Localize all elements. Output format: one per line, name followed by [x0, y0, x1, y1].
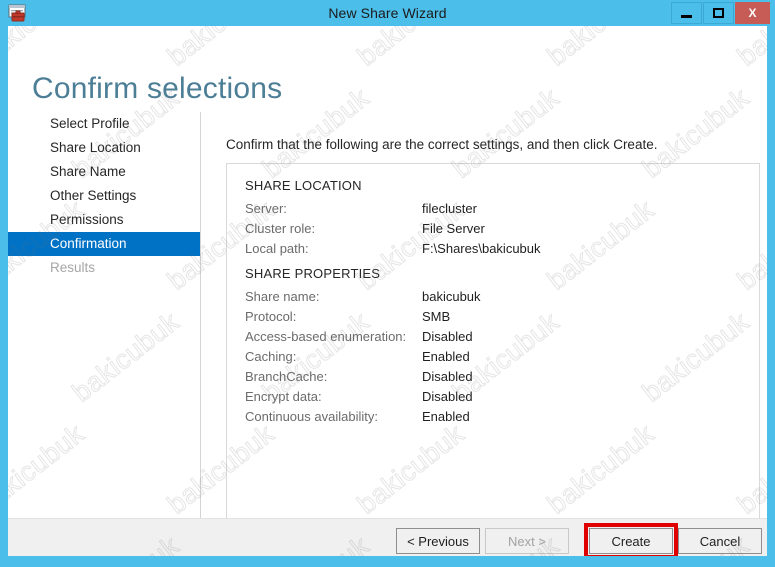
sidebar-item-label: Permissions [50, 212, 124, 227]
intro-text: Confirm that the following are the corre… [226, 137, 658, 152]
cancel-button[interactable]: Cancel [678, 528, 762, 554]
summary-row: Server: filecluster [245, 199, 735, 219]
summary-row-label: BranchCache: [245, 369, 328, 384]
summary-row: Access-based enumeration: Disabled [245, 327, 735, 347]
create-button[interactable]: Create [589, 528, 673, 554]
previous-button[interactable]: < Previous [396, 528, 480, 554]
summary-row-label: Access-based enumeration: [245, 329, 407, 344]
watermark-text: bakicubuk [8, 26, 90, 73]
summary-section-share-properties: SHARE PROPERTIES Share name: bakicubuk Pro… [245, 266, 735, 427]
sidebar-item-label: Other Settings [50, 188, 137, 203]
watermark-text: bakicubuk [731, 26, 767, 73]
sidebar-item-label: Share Location [50, 140, 141, 155]
summary-row-value: Disabled [422, 329, 473, 344]
watermark-text: bakicubuk [541, 26, 660, 73]
summary-row: Encrypt data: Disabled [245, 387, 735, 407]
sidebar-divider [200, 112, 201, 518]
summary-row: Caching: Enabled [245, 347, 735, 367]
summary-row-label: Server: [245, 201, 287, 216]
sidebar-item-label: Confirmation [50, 236, 127, 251]
watermark-text: bakicubuk [161, 26, 280, 73]
summary-row: Continuous availability: Enabled [245, 407, 735, 427]
title-bar[interactable]: New Share Wizard X [0, 0, 775, 26]
section-rows: Server: filecluster Cluster role: File Serv… [245, 199, 735, 259]
summary-row: Local path: F:\Shares\bakicubuk [245, 239, 735, 259]
wizard-client-area: bakicubuk bakicubuk bakicubuk bakicubuk baki… [8, 26, 767, 556]
section-rows: Share name: bakicubuk Protocol: SMB Access-b… [245, 287, 735, 427]
summary-section-share-location: SHARE LOCATION Server: filecluster Cluster… [245, 178, 735, 259]
summary-row: Cluster role: File Server [245, 219, 735, 239]
sidebar-item-share-location[interactable]: Share Location [8, 136, 200, 160]
watermark-text: bakicubuk [351, 26, 470, 73]
sidebar-item-share-name[interactable]: Share Name [8, 160, 200, 184]
section-title: SHARE PROPERTIES [245, 266, 381, 281]
summary-row-value: Enabled [422, 409, 470, 424]
summary-row-label: Caching: [245, 349, 297, 364]
summary-row-label: Encrypt data: [245, 389, 322, 404]
summary-row-label: Share name: [245, 289, 320, 304]
next-button: Next > [485, 528, 569, 554]
summary-row-value: File Server [422, 221, 485, 236]
sidebar-item-permissions[interactable]: Permissions [8, 208, 200, 232]
summary-row-value: F:\Shares\bakicubuk [422, 241, 541, 256]
sidebar-item-label: Share Name [50, 164, 126, 179]
minimize-button[interactable] [671, 2, 702, 24]
wizard-footer: < Previous Next > Create Cancel [8, 519, 767, 556]
summary-panel: SHARE LOCATION Server: filecluster Cluster… [226, 163, 760, 520]
summary-row-value: Enabled [422, 349, 470, 364]
maximize-button[interactable] [703, 2, 734, 24]
summary-row-value: Disabled [422, 389, 473, 404]
maximize-icon [713, 8, 724, 18]
section-title: SHARE LOCATION [245, 178, 362, 193]
summary-row-value: filecluster [422, 201, 477, 216]
summary-row-value: SMB [422, 309, 451, 324]
page-title: Confirm selections [32, 72, 283, 105]
summary-row: Protocol: SMB [245, 307, 735, 327]
sidebar-item-other-settings[interactable]: Other Settings [8, 184, 200, 208]
summary-row-label: Local path: [245, 241, 309, 256]
sidebar-item-select-profile[interactable]: Select Profile [8, 112, 200, 136]
new-share-wizard-window: New Share Wizard X bakicubuk bakicubuk bak… [0, 0, 775, 567]
sidebar-item-label: Results [50, 260, 96, 275]
sidebar-item-results: Results [8, 256, 200, 280]
window-title: New Share Wizard [328, 5, 447, 21]
wizard-step-nav: Select Profile Share Location Share Name Ot… [8, 112, 200, 518]
close-button[interactable]: X [735, 2, 770, 24]
summary-row-label: Protocol: [245, 309, 297, 324]
summary-row: BranchCache: Disabled [245, 367, 735, 387]
sidebar-item-confirmation[interactable]: Confirmation [8, 232, 200, 256]
summary-row-value: Disabled [422, 369, 473, 384]
sidebar-item-label: Select Profile [50, 116, 130, 131]
summary-row-value: bakicubuk [422, 289, 481, 304]
summary-row-label: Cluster role: [245, 221, 316, 236]
summary-row-label: Continuous availability: [245, 409, 378, 424]
summary-row: Share name: bakicubuk [245, 287, 735, 307]
minimize-icon [681, 14, 692, 18]
